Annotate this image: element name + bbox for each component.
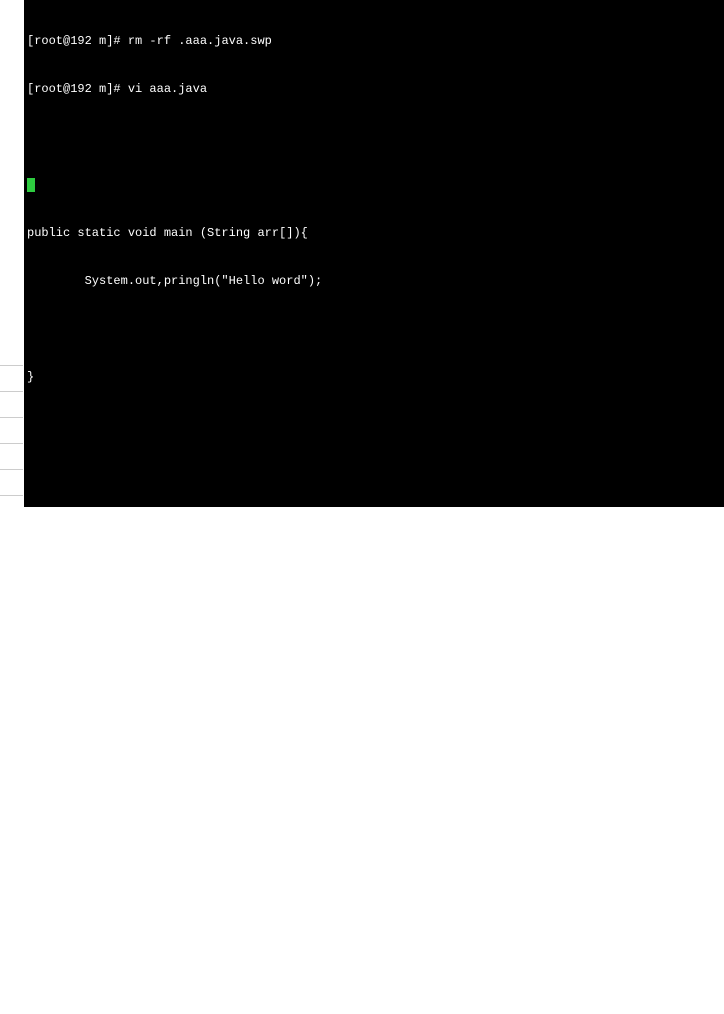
blank-line <box>27 561 721 577</box>
shell-prompt: [root@192 m]# <box>27 82 121 96</box>
left-gutter <box>0 0 24 507</box>
blank-line <box>27 849 721 865</box>
code-line: System.out,pringln("Hello word"); <box>27 273 721 289</box>
shell-line: [root@192 m]# rm -rf .aaa.java.swp <box>27 33 721 49</box>
code-line: public static void main (String arr[]){ <box>27 225 721 241</box>
gutter-row <box>0 366 23 392</box>
blank-line <box>27 993 721 1009</box>
blank-line <box>27 705 721 721</box>
blank-line <box>27 945 721 961</box>
gutter-row <box>0 418 23 444</box>
blank-line <box>27 513 721 529</box>
shell-prompt: [root@192 m]# <box>27 34 121 48</box>
blank-line <box>27 897 721 913</box>
blank-line <box>27 417 721 433</box>
gutter-spacer <box>0 0 23 340</box>
blank-line <box>27 657 721 673</box>
blank-line <box>27 801 721 817</box>
editor-cursor-line <box>27 177 721 193</box>
blank-line <box>27 465 721 481</box>
shell-command: vi aaa.java <box>121 82 207 96</box>
shell-line: [root@192 m]# vi aaa.java <box>27 81 721 97</box>
terminal-viewport[interactable]: [root@192 m]# rm -rf .aaa.java.swp [root… <box>24 0 724 507</box>
gutter-row <box>0 340 23 366</box>
cursor-block <box>27 178 35 192</box>
gutter-row <box>0 470 23 496</box>
blank-line <box>27 609 721 625</box>
blank-line <box>27 321 721 337</box>
gutter-row <box>0 392 23 418</box>
shell-command: rm -rf .aaa.java.swp <box>121 34 272 48</box>
gutter-row <box>0 444 23 470</box>
code-line: } <box>27 369 721 385</box>
blank-line <box>27 129 721 145</box>
blank-line <box>27 753 721 769</box>
